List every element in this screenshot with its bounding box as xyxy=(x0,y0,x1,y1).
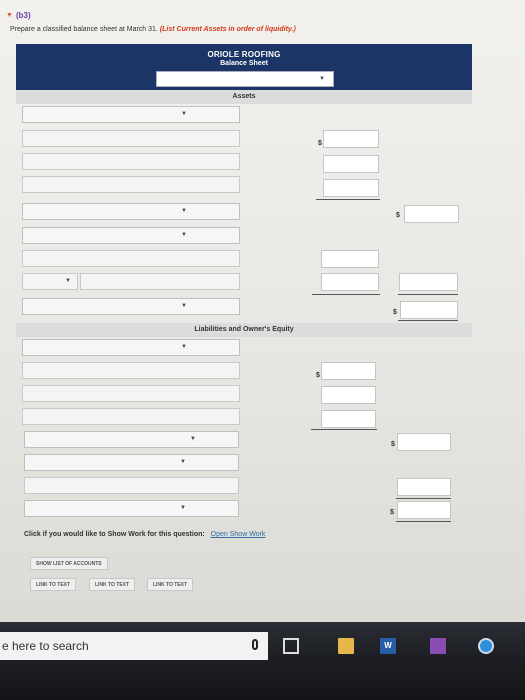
account-select[interactable] xyxy=(22,408,240,425)
asset-category-select[interactable]: ▼ xyxy=(22,106,240,123)
sum-rule xyxy=(311,429,377,430)
currency-symbol: $ xyxy=(316,372,320,379)
show-work-row: Click if you would like to Show Work for… xyxy=(24,531,265,538)
sum-rule xyxy=(316,199,380,200)
account-select[interactable] xyxy=(22,362,240,379)
account-select[interactable] xyxy=(22,385,240,402)
search-placeholder: e here to search xyxy=(2,639,89,653)
account-select[interactable] xyxy=(22,130,240,147)
asset-category-select[interactable]: ▼ xyxy=(22,227,240,244)
amount-input[interactable] xyxy=(321,273,379,291)
open-show-work-link[interactable]: Open Show Work xyxy=(211,531,266,538)
chevron-down-icon[interactable]: ▼ xyxy=(319,76,325,82)
amount-input[interactable] xyxy=(321,250,379,268)
link-to-text-button[interactable]: LINK TO TEXT xyxy=(147,578,194,591)
statement-title: Balance Sheet xyxy=(220,60,268,67)
assets-label: Assets xyxy=(232,93,256,100)
sum-rule xyxy=(398,294,458,295)
microphone-icon[interactable] xyxy=(252,639,258,650)
amount-input[interactable] xyxy=(397,501,451,519)
amount-input[interactable] xyxy=(397,478,451,496)
chevron-down-icon[interactable]: ▼ xyxy=(181,232,187,238)
link-to-text-button[interactable]: LINK TO TEXT xyxy=(89,578,136,591)
amount-input[interactable] xyxy=(400,301,458,319)
file-explorer-icon[interactable] xyxy=(338,638,354,654)
total-assets-select[interactable]: ▼ xyxy=(22,298,240,315)
amount-input[interactable] xyxy=(323,130,379,148)
double-rule xyxy=(396,521,451,522)
equity-category-select[interactable]: ▼ xyxy=(24,454,239,471)
chevron-down-icon[interactable]: ▼ xyxy=(181,303,187,309)
amount-input[interactable] xyxy=(321,362,376,380)
section-label: (b3) xyxy=(15,11,31,20)
browser-icon[interactable] xyxy=(478,638,494,654)
task-view-icon[interactable] xyxy=(283,638,299,654)
calendar-icon[interactable] xyxy=(430,638,446,654)
double-rule xyxy=(398,320,458,321)
chevron-down-icon[interactable]: ▼ xyxy=(190,436,196,442)
assets-band: Assets xyxy=(16,90,472,104)
chevron-down-icon[interactable]: ▼ xyxy=(181,208,187,214)
amount-input[interactable] xyxy=(404,205,459,223)
prompt-hint: (List Current Assets in order of liquidi… xyxy=(159,26,296,33)
prompt-text: Prepare a classified balance sheet at Ma… xyxy=(10,26,158,33)
subtotal-label-select[interactable]: ▼ xyxy=(24,431,239,448)
account-select[interactable] xyxy=(22,176,240,193)
word-icon[interactable]: W xyxy=(380,638,396,654)
amount-input[interactable] xyxy=(399,273,458,291)
chevron-down-icon[interactable]: ▼ xyxy=(181,111,187,117)
currency-symbol: $ xyxy=(393,309,397,316)
triangle-down-icon[interactable]: ▼ xyxy=(6,12,13,19)
liabilities-band: Liabilities and Owner's Equity xyxy=(16,323,472,337)
total-liabilities-equity-select[interactable]: ▼ xyxy=(24,500,239,517)
sum-rule xyxy=(312,294,380,295)
amount-input[interactable] xyxy=(321,386,376,404)
chevron-down-icon[interactable]: ▼ xyxy=(181,344,187,350)
chevron-down-icon[interactable]: ▼ xyxy=(65,278,71,284)
chevron-down-icon[interactable]: ▼ xyxy=(180,505,186,511)
currency-symbol: $ xyxy=(396,212,400,219)
currency-symbol: $ xyxy=(318,140,322,147)
amount-input[interactable] xyxy=(323,179,379,197)
date-dropdown[interactable]: ▼ xyxy=(156,71,334,87)
section-toggle[interactable]: ▼ (b3) xyxy=(6,11,31,20)
taskbar-search-box[interactable]: e here to search xyxy=(0,632,268,660)
liabilities-label: Liabilities and Owner's Equity xyxy=(194,326,294,333)
amount-input[interactable] xyxy=(397,433,451,451)
chevron-down-icon[interactable]: ▼ xyxy=(180,459,186,465)
sum-rule xyxy=(396,498,451,499)
company-name: ORIOLE ROOFING xyxy=(207,50,281,59)
link-to-text-button[interactable]: LINK TO TEXT xyxy=(30,578,77,591)
show-work-prompt: Click if you would like to Show Work for… xyxy=(24,531,205,538)
subtotal-label-select[interactable]: ▼ xyxy=(22,203,240,220)
amount-input[interactable] xyxy=(323,155,379,173)
account-select[interactable] xyxy=(24,477,239,494)
amount-input[interactable] xyxy=(321,410,376,428)
account-select[interactable] xyxy=(22,250,240,267)
question-prompt: Prepare a classified balance sheet at Ma… xyxy=(10,26,296,33)
liability-category-select[interactable]: ▼ xyxy=(22,339,240,356)
account-select[interactable] xyxy=(80,273,240,290)
show-list-of-accounts-button[interactable]: SHOW LIST OF ACCOUNTS xyxy=(30,557,108,570)
account-select[interactable]: ▼ xyxy=(22,273,78,290)
word-label: W xyxy=(384,641,392,650)
currency-symbol: $ xyxy=(390,509,394,516)
currency-symbol: $ xyxy=(391,441,395,448)
account-select[interactable] xyxy=(22,153,240,170)
